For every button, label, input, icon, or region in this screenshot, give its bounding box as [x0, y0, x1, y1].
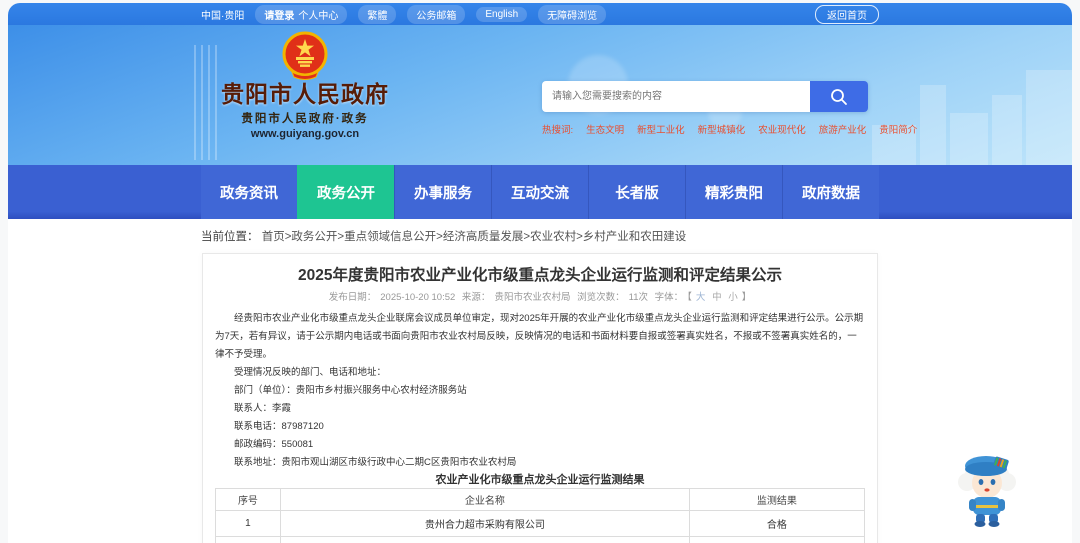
- cell-index: 1: [215, 510, 281, 537]
- column-header-result: 监测结果: [688, 488, 866, 511]
- official-mail-link[interactable]: 公务邮箱: [407, 4, 466, 24]
- search-button[interactable]: [810, 81, 868, 112]
- region-link[interactable]: 中国·贵阳: [201, 7, 244, 22]
- font-bracket-close: 】: [741, 292, 752, 303]
- font-size-label: 字体：: [654, 292, 684, 303]
- search-area: 热搜词: 生态文明 新型工业化 新型城镇化 农业现代化 旅游产业化 贵阳简介: [542, 81, 917, 136]
- font-size-large-button[interactable]: 大: [696, 292, 706, 303]
- main-navigation: 政务资讯 政务公开 办事服务 互动交流 长者版 精彩贵阳 政府数据: [8, 165, 1072, 219]
- banner-skyline: [950, 113, 988, 165]
- breadcrumb: 当前位置： 首页>政务公开>重点领域信息公开>经济高质量发展>农业农村>乡村产业…: [201, 219, 879, 253]
- hot-search-label: 热搜词:: [542, 125, 574, 136]
- nav-tab-zhangzheban[interactable]: 长者版: [588, 165, 685, 219]
- accessibility-link[interactable]: 无障碍浏览: [538, 4, 607, 24]
- article-paragraph: 受理情况反映的部门、电话和地址：: [234, 367, 387, 378]
- hot-search-link[interactable]: 农业现代化: [758, 122, 806, 136]
- views-label: 浏览次数：: [577, 292, 625, 303]
- article-paragraph: 联系电话：87987120: [234, 421, 324, 432]
- monitoring-result-table: 序号 企业名称 监测结果 1 贵州合力超市采购有限公司 合格 2: [215, 488, 866, 543]
- cell-result: 合格: [688, 510, 866, 537]
- article-paragraph: 经贵阳市农业产业化市级重点龙头企业联席会议成员单位审定，现对2025年开展的农业…: [215, 313, 864, 360]
- cell-company: 贵州合力超市采购有限公司: [279, 510, 690, 537]
- article-paragraph: 邮政编码：550081: [234, 439, 314, 450]
- content-area: 当前位置： 首页>政务公开>重点领域信息公开>经济高质量发展>农业农村>乡村产业…: [8, 219, 1072, 543]
- search-input[interactable]: [542, 81, 810, 112]
- site-logo[interactable]: 贵阳市人民政府 贵阳市人民政府·政务 www.guiyang.gov.cn: [215, 31, 395, 140]
- article-panel: 2025年度贵阳市农业产业化市级重点龙头企业运行监测和评定结果公示 发布日期： 2…: [202, 253, 878, 543]
- mascot-widget[interactable]: [956, 450, 1018, 533]
- browser-screenshot: 中国·贵阳 请登录 个人中心 繁體 公务邮箱 English 无障碍浏览 返回首…: [0, 0, 1080, 543]
- hot-search-link[interactable]: 贵阳简介: [879, 122, 917, 136]
- nav-tab-banshi-fuwu[interactable]: 办事服务: [394, 165, 491, 219]
- english-link[interactable]: English: [476, 6, 528, 22]
- cell-result: 合格: [688, 536, 866, 543]
- publish-date: 2025-10-20 10:52: [380, 292, 456, 303]
- nav-tab-zhengfu-shuju[interactable]: 政府数据: [782, 165, 879, 219]
- hot-search-row: 热搜词: 生态文明 新型工业化 新型城镇化 农业现代化 旅游产业化 贵阳简介: [542, 122, 917, 136]
- search-icon: [831, 88, 847, 105]
- views-value: 11次: [628, 292, 648, 303]
- column-header-index: 序号: [215, 488, 281, 511]
- table-row: 2 贵州友禾种业有限公司 合格: [215, 536, 866, 543]
- nav-tab-zhengwu-zixun[interactable]: 政务资讯: [201, 165, 297, 219]
- publish-date-label: 发布日期：: [328, 292, 377, 303]
- column-header-company: 企业名称: [279, 488, 690, 511]
- top-utility-bar: 中国·贵阳 请登录 个人中心 繁體 公务邮箱 English 无障碍浏览 返回首…: [8, 3, 1072, 25]
- site-subtitle: 贵阳市人民政府·政务: [241, 113, 369, 125]
- nav-tab-jingcai-guiyang[interactable]: 精彩贵阳: [685, 165, 782, 219]
- back-home-button[interactable]: 返回首页: [815, 4, 879, 24]
- hot-search-link[interactable]: 新型工业化: [637, 122, 685, 136]
- nav-tab-zhengwu-gongkai[interactable]: 政务公开: [297, 165, 394, 219]
- article-body: 经贵阳市农业产业化市级重点龙头企业联席会议成员单位审定，现对2025年开展的农业…: [215, 310, 865, 472]
- table-caption: 农业产业化市级重点龙头企业运行监测结果: [435, 474, 645, 486]
- hot-search-link[interactable]: 生态文明: [586, 122, 624, 136]
- site-name: 贵阳市人民政府: [221, 81, 389, 107]
- article-title: 2025年度贵阳市农业产业化市级重点龙头企业运行监测和评定结果公示: [298, 267, 782, 284]
- font-size-medium-button[interactable]: 中: [712, 292, 722, 303]
- cell-company: 贵州友禾种业有限公司: [279, 536, 690, 543]
- hot-search-link[interactable]: 新型城镇化: [698, 122, 746, 136]
- font-bracket-open: 【: [687, 292, 692, 303]
- article-paragraph: 联系地址：贵阳市观山湖区市级行政中心二期C区贵阳市农业农村局: [234, 457, 517, 468]
- cell-index: 2: [215, 536, 281, 543]
- font-size-small-button[interactable]: 小: [728, 292, 738, 303]
- article-paragraph: 部门（单位）：贵阳市乡村振兴服务中心农村经济服务站: [234, 385, 467, 396]
- source-label: 来源：: [461, 292, 491, 303]
- source-value: 贵阳市农业农村局: [494, 292, 571, 303]
- table-header-row: 序号 企业名称 监测结果: [215, 488, 866, 511]
- mascot-icon: [958, 456, 1016, 527]
- banner-skyline: [920, 85, 946, 165]
- login-link[interactable]: 请登录: [264, 7, 294, 22]
- government-portal-page: 中国·贵阳 请登录 个人中心 繁體 公务邮箱 English 无障碍浏览 返回首…: [8, 3, 1072, 543]
- nav-tab-hudong-jiaoliu[interactable]: 互动交流: [491, 165, 588, 219]
- banner-skyline: [1026, 70, 1072, 165]
- national-emblem-icon: [282, 31, 328, 80]
- banner-skyline: [992, 95, 1022, 165]
- breadcrumb-path[interactable]: 首页>政务公开>重点领域信息公开>经济高质量发展>农业农村>乡村产业和农田建设: [262, 231, 687, 243]
- table-row: 1 贵州合力超市采购有限公司 合格: [215, 510, 866, 537]
- breadcrumb-label: 当前位置：: [201, 231, 259, 243]
- article-meta: 发布日期： 2025-10-20 10:52 来源： 贵阳市农业农村局 浏览次数： 1…: [215, 292, 865, 304]
- login-profile-pill[interactable]: 请登录 个人中心: [255, 4, 348, 24]
- site-banner: 贵阳市人民政府 贵阳市人民政府·政务 www.guiyang.gov.cn 请输…: [8, 25, 1072, 165]
- site-url: www.guiyang.gov.cn: [250, 128, 360, 140]
- traditional-chinese-link[interactable]: 繁體: [358, 4, 397, 24]
- article-paragraph: 联系人：李霞: [234, 403, 292, 414]
- hot-search-link[interactable]: 旅游产业化: [819, 122, 867, 136]
- profile-link[interactable]: 个人中心: [298, 7, 338, 22]
